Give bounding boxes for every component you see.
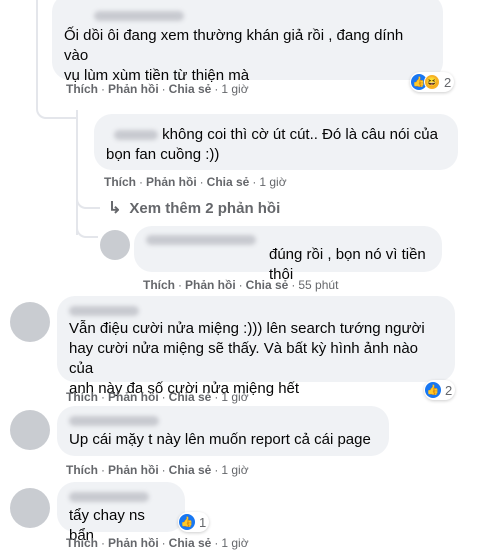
thread-line <box>76 110 78 235</box>
share-button[interactable]: Chia sẻ <box>169 82 212 96</box>
commenter-name[interactable] <box>69 411 377 427</box>
timestamp[interactable]: 1 giờ <box>221 463 248 477</box>
view-more-replies[interactable]: ↳ Xem thêm 2 phản hồi <box>108 198 280 218</box>
comment-text: Up cái mặy t này lên muốn report cả cái … <box>69 431 371 448</box>
thread-connector <box>36 95 78 119</box>
share-button[interactable]: Chia sẻ <box>246 278 289 292</box>
commenter-name[interactable] <box>146 230 430 246</box>
thread-connector <box>76 195 100 209</box>
comment-actions: Thích · Phản hồi · Chia sẻ · 1 giờ <box>66 390 249 404</box>
comment-bubble: không coi thì cờ út cút.. Đó là câu nói … <box>94 114 458 170</box>
comment-actions: Thích · Phản hồi · Chia sẻ · 1 giờ <box>66 82 249 96</box>
comment-actions: Thích · Phản hồi · Chia sẻ · 55 phút <box>143 278 339 292</box>
comment-text: Ối dồi ôi đang xem thường khán giả rồi ,… <box>64 27 404 64</box>
timestamp[interactable]: 1 giờ <box>259 175 286 189</box>
reply-button[interactable]: Phản hồi <box>146 175 197 189</box>
comment-text: Vẫn điệu cười nửa miệng :))) lên search … <box>69 320 425 337</box>
like-icon: 👍 <box>425 382 441 398</box>
avatar[interactable] <box>10 410 50 450</box>
comment-bubble: đúng rồi , bọn nó vì tiền thôi <box>134 226 442 283</box>
comment-bubble: tẩy chay ns bẩn <box>57 482 185 544</box>
avatar[interactable] <box>10 488 50 528</box>
commenter-name[interactable] <box>69 301 443 317</box>
comment-actions: Thích · Phản hồi · Chia sẻ · 1 giờ <box>66 463 249 477</box>
thread-connector <box>76 222 98 238</box>
like-button[interactable]: Thích <box>66 82 98 96</box>
reply-button[interactable]: Phản hồi <box>108 82 159 96</box>
like-button[interactable]: Thích <box>143 278 175 292</box>
comment-bubble: Up cái mặy t này lên muốn report cả cái … <box>57 406 389 456</box>
thread-line <box>36 0 38 95</box>
timestamp[interactable]: 55 phút <box>298 278 338 292</box>
reply-button[interactable]: Phản hồi <box>108 536 159 550</box>
comment-text: bọn fan cuồng :)) <box>106 146 220 163</box>
reply-button[interactable]: Phản hồi <box>108 463 159 477</box>
share-button[interactable]: Chia sẻ <box>169 536 212 550</box>
avatar[interactable] <box>100 230 130 260</box>
like-icon: 👍 <box>179 514 195 530</box>
comment-bubble: Vẫn điệu cười nửa miệng :))) lên search … <box>57 296 455 397</box>
avatar[interactable] <box>10 302 50 342</box>
timestamp[interactable]: 1 giờ <box>221 536 248 550</box>
reply-button[interactable]: Phản hồi <box>185 278 236 292</box>
reply-arrow-icon: ↳ <box>108 200 122 217</box>
share-button[interactable]: Chia sẻ <box>169 463 212 477</box>
comment-actions: Thích · Phản hồi · Chia sẻ · 1 giờ <box>104 175 287 189</box>
like-button[interactable]: Thích <box>66 390 98 404</box>
reaction-summary[interactable]: 👍 1 <box>178 512 210 532</box>
share-button[interactable]: Chia sẻ <box>207 175 250 189</box>
haha-icon: 😆 <box>424 74 440 90</box>
like-button[interactable]: Thích <box>104 175 136 189</box>
timestamp[interactable]: 1 giờ <box>221 82 248 96</box>
comment-text: hay cười nửa miệng sẽ thấy. Và bất kỳ hì… <box>69 340 419 377</box>
commenter-name[interactable] <box>69 487 173 503</box>
like-button[interactable]: Thích <box>66 536 98 550</box>
reaction-summary[interactable]: 👍 😆 2 <box>410 72 455 92</box>
reply-button[interactable]: Phản hồi <box>108 390 159 404</box>
share-button[interactable]: Chia sẻ <box>169 390 212 404</box>
comment-actions: Thích · Phản hồi · Chia sẻ · 1 giờ <box>66 536 249 550</box>
reaction-summary[interactable]: 👍 2 <box>424 380 456 400</box>
commenter-name[interactable] <box>114 130 158 141</box>
comment-bubble: Ối dồi ôi đang xem thường khán giả rồi ,… <box>52 0 443 84</box>
commenter-name[interactable] <box>64 6 431 22</box>
like-button[interactable]: Thích <box>66 463 98 477</box>
timestamp[interactable]: 1 giờ <box>221 390 248 404</box>
comment-text: không coi thì cờ út cút.. Đó là câu nói … <box>162 126 438 143</box>
